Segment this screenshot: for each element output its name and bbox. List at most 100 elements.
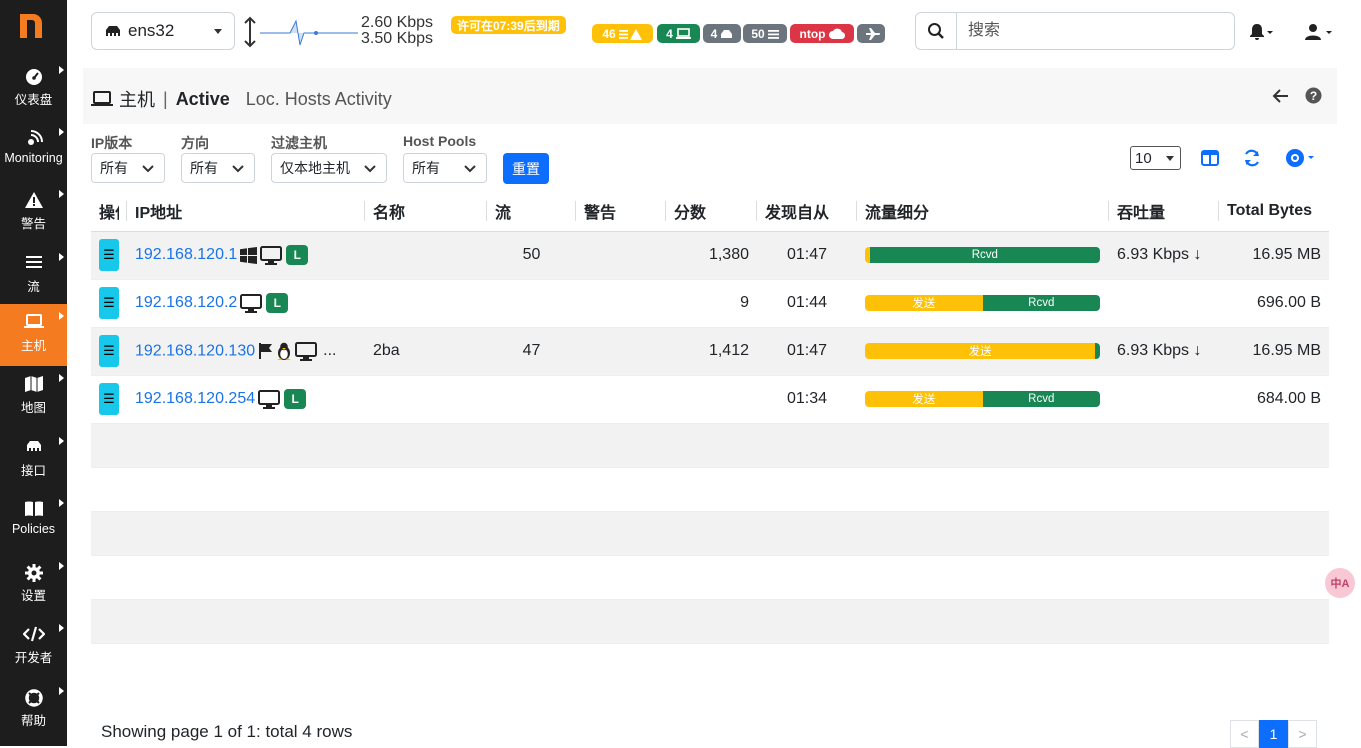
gear-icon	[0, 564, 67, 582]
host-ip-link[interactable]: 192.168.120.1	[135, 246, 237, 263]
direction-select[interactable]: 所有	[181, 153, 255, 183]
sidebar-item-book[interactable]: Policies	[0, 491, 67, 553]
table-row[interactable]: ☰ 192.168.120.2 L 9 01:44 发送 Rcvd 696.00 B	[91, 279, 1329, 328]
sidebar-item-label: 流	[27, 280, 40, 294]
host-flows	[487, 279, 576, 328]
caret-right-icon	[59, 128, 64, 136]
sidebar-item-gear[interactable]: 设置	[0, 554, 67, 616]
trend-arrow-icon: ↓	[1193, 342, 1202, 359]
ethernet-icon	[0, 439, 67, 457]
sidebar-item-laptop[interactable]: 主机	[0, 304, 67, 366]
badge-count: 46	[602, 26, 616, 41]
search-icon[interactable]	[916, 13, 957, 49]
sidebar-item-label: 地图	[20, 401, 46, 415]
status-badge-plane[interactable]	[857, 24, 885, 43]
table-row[interactable]: ☰ 192.168.120.1 L 50 1,380 01:47 Rcvd 6.93 Kbps…	[91, 231, 1329, 280]
host-ip-link[interactable]: 192.168.120.254	[135, 390, 255, 407]
sidebar-item-label: 警告	[20, 217, 46, 231]
host-filter-select[interactable]: 仅本地主机	[271, 153, 387, 183]
pagination-summary: Showing page 1 of 1: total 4 rows	[101, 722, 353, 741]
search-input[interactable]	[958, 13, 1228, 49]
status-badge-list-warning[interactable]: 46	[592, 24, 653, 43]
tab-active[interactable]: Active	[176, 89, 230, 110]
chevron-down-icon	[1166, 156, 1174, 161]
host-first-seen: 01:47	[757, 231, 857, 280]
rcvd-segment	[1095, 343, 1100, 359]
sent-segment: 发送	[865, 391, 983, 407]
help-icon[interactable]: ?	[1305, 87, 1322, 104]
translate-float-button[interactable]: 中A	[1325, 568, 1355, 598]
linux-icon	[276, 342, 292, 361]
row-actions-button[interactable]: ☰	[99, 239, 119, 271]
rows-per-page-value: 10	[1135, 149, 1152, 167]
host-ip-link[interactable]: 192.168.120.2	[135, 294, 237, 311]
laptop-icon	[91, 91, 113, 106]
ntop-logo[interactable]	[17, 8, 45, 40]
visibility-menu-icon[interactable]	[1285, 149, 1317, 167]
columns-icon[interactable]	[1201, 150, 1219, 166]
col-flows[interactable]: 流	[487, 191, 576, 232]
sidebar-item-label: 帮助	[20, 714, 46, 728]
prev-page-button[interactable]: <	[1230, 720, 1259, 748]
user-menu-icon[interactable]	[1305, 24, 1333, 45]
refresh-icon[interactable]	[1243, 149, 1261, 167]
table-row[interactable]: ☰ 192.168.120.254 L 01:34 发送 Rcvd 684.00 B	[91, 375, 1329, 424]
sidebar-item-label: Policies	[11, 522, 56, 536]
license-badge[interactable]: 许可在07:39后到期	[451, 16, 566, 34]
col-total-bytes[interactable]: Total Bytes	[1219, 191, 1329, 232]
status-badge-list[interactable]: 50	[743, 24, 787, 43]
monitor-icon	[240, 293, 263, 313]
reset-button[interactable]: 重置	[503, 153, 549, 184]
col-throughput[interactable]: 吞吐量	[1109, 191, 1219, 232]
sidebar-item-gauge[interactable]: 仪表盘	[0, 58, 67, 120]
svg-text:?: ?	[1310, 89, 1317, 103]
lifebuoy-icon	[0, 689, 67, 707]
row-actions-button[interactable]: ☰	[99, 383, 119, 415]
col-label: 分数	[674, 204, 707, 222]
sidebar-item-lifebuoy[interactable]: 帮助	[0, 679, 67, 741]
host-flows: 50	[487, 231, 576, 280]
tab-local-hosts-activity[interactable]: Loc. Hosts Activity	[246, 89, 392, 110]
status-badge-cloud[interactable]: ntop	[790, 24, 854, 43]
row-actions-button[interactable]: ☰	[99, 287, 119, 319]
status-badge-laptop[interactable]: 4	[657, 24, 700, 43]
host-score	[666, 375, 757, 424]
table-row[interactable]: ☰ 192.168.120.130... 2ba 47 1,412 01:47 发送 6.93…	[91, 327, 1329, 376]
sidebar-item-monitoring[interactable]: Monitoring	[0, 120, 67, 182]
notifications-bell-icon[interactable]	[1250, 24, 1274, 45]
page-1-button[interactable]: 1	[1259, 720, 1288, 748]
next-page-button[interactable]: >	[1288, 720, 1317, 748]
host-ip-link[interactable]: 192.168.120.130	[135, 342, 255, 359]
sidebar-item-flows[interactable]: 流	[0, 245, 67, 307]
interface-select[interactable]: ens32	[91, 12, 235, 50]
back-arrow-icon[interactable]	[1272, 88, 1290, 104]
col-ip[interactable]: IP地址	[127, 191, 365, 232]
device-icon	[720, 29, 733, 39]
host-pools-select[interactable]: 所有	[403, 153, 487, 183]
filter-label: 方向	[181, 135, 209, 151]
filter-value: 所有	[412, 160, 440, 176]
col-actions[interactable]: 操作	[91, 191, 127, 232]
gauge-icon	[0, 68, 67, 86]
ip-version-select[interactable]: 所有	[91, 153, 165, 183]
col-score[interactable]: 分数	[666, 191, 757, 232]
plane-icon	[865, 27, 880, 40]
host-alerts	[576, 231, 666, 280]
col-first-seen[interactable]: 发现自从	[757, 191, 857, 232]
sidebar-item-code[interactable]: 开发者	[0, 616, 67, 678]
ethernet-icon	[106, 26, 120, 36]
local-host-badge: L	[266, 293, 289, 313]
empty-row	[91, 467, 1329, 512]
col-traffic-breakdown[interactable]: 流量细分	[857, 191, 1109, 232]
caret-right-icon	[59, 499, 64, 507]
row-actions-button[interactable]: ☰	[99, 335, 119, 367]
col-alerts[interactable]: 警告	[576, 191, 666, 232]
sidebar-item-map[interactable]: 地图	[0, 366, 67, 428]
col-name[interactable]: 名称	[365, 191, 487, 232]
sidebar-item-ethernet[interactable]: 接口	[0, 429, 67, 491]
rows-per-page-select[interactable]: 10	[1130, 146, 1181, 170]
status-badge-device[interactable]: 4	[703, 24, 741, 43]
host-name: 2ba	[365, 327, 487, 376]
list-icon	[767, 29, 779, 39]
sidebar-item-warning[interactable]: 警告	[0, 182, 67, 244]
